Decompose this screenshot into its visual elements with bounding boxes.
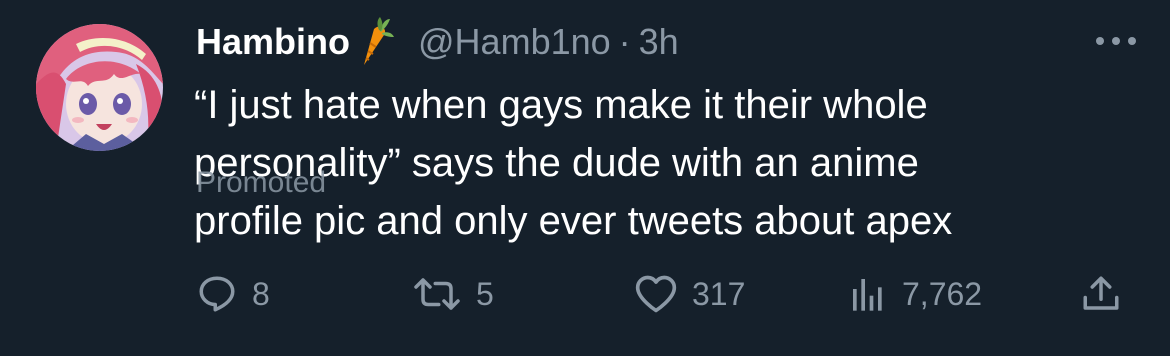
like-button[interactable]: 317 — [634, 266, 745, 322]
reply-button[interactable]: 8 — [196, 266, 270, 322]
share-button[interactable] — [1080, 266, 1122, 322]
share-icon — [1080, 273, 1122, 315]
display-name[interactable]: Hambino — [196, 21, 350, 63]
timestamp[interactable]: 3h — [639, 21, 679, 63]
like-count: 317 — [692, 275, 746, 312]
retweet-icon — [412, 273, 462, 315]
tweet-text: “I just hate when gays make it their who… — [194, 76, 1094, 250]
reply-count: 8 — [252, 275, 270, 312]
reply-icon — [196, 273, 238, 315]
tweet-text-line: profile pic and only ever tweets about a… — [194, 199, 953, 243]
action-bar: 8 5 317 7,762 — [0, 266, 1170, 322]
avatar[interactable] — [36, 24, 163, 151]
separator-dot: · — [618, 21, 631, 62]
tweet-header: Hambino @Hamb1no · 3h — [196, 14, 679, 70]
views-count: 7,762 — [902, 275, 983, 312]
views-icon — [848, 274, 888, 314]
views-button[interactable]: 7,762 — [848, 266, 982, 322]
retweet-count: 5 — [476, 275, 494, 312]
tweet-text-line: personality” says the dude with an anime — [194, 141, 919, 185]
user-handle[interactable]: @Hamb1no — [418, 21, 611, 63]
tweet-card[interactable]: Hambino @Hamb1no · 3h “I just hate when … — [0, 0, 1170, 356]
retweet-button[interactable]: 5 — [412, 266, 494, 322]
more-dots-icon[interactable] — [1092, 26, 1140, 56]
tweet-text-line: “I just hate when gays make it their who… — [194, 83, 928, 127]
carrot-icon — [354, 17, 395, 67]
heart-icon — [634, 273, 678, 315]
